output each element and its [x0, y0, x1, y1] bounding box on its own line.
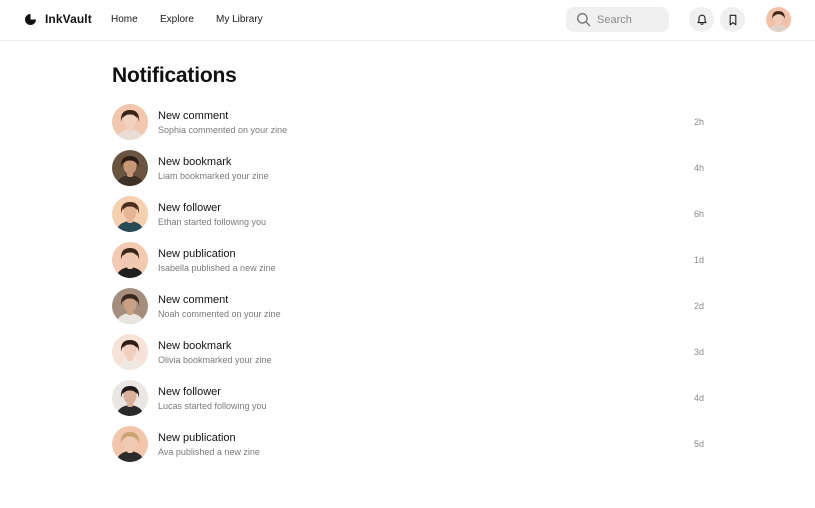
notification-item[interactable]: New follower Lucas started following you… — [112, 380, 706, 426]
page-title: Notifications — [112, 64, 237, 87]
notification-description: Liam bookmarked your zine — [158, 171, 269, 181]
notification-time: 5d — [693, 439, 704, 449]
nav-home-link[interactable]: Home — [111, 14, 138, 25]
notification-description: Sophia commented on your zine — [158, 125, 288, 135]
notification-item[interactable]: New publication Isabella published a new… — [112, 242, 706, 288]
nav-explore-link[interactable]: Explore — [160, 14, 194, 25]
bookmarks-button[interactable] — [720, 7, 745, 32]
search-icon — [577, 13, 591, 27]
notification-item[interactable]: New bookmark Liam bookmarked your zine 4… — [112, 150, 706, 196]
notification-time: 3d — [693, 347, 704, 357]
notification-time: 2d — [693, 301, 704, 311]
notification-item[interactable]: New comment Sophia commented on your zin… — [112, 104, 706, 150]
notification-avatar — [112, 196, 148, 232]
top-nav-bar: InkVault Home Explore My Library — [0, 0, 815, 41]
notification-item[interactable]: New comment Noah commented on your zine … — [112, 288, 706, 334]
notification-avatar — [112, 150, 148, 186]
notification-item[interactable]: New bookmark Olivia bookmarked your zine… — [112, 334, 706, 380]
notification-description: Olivia bookmarked your zine — [158, 355, 272, 365]
notification-title: New comment — [158, 110, 229, 122]
notification-time: 6h — [693, 209, 704, 219]
ink-drop-logo-icon — [25, 13, 36, 25]
notification-title: New bookmark — [158, 156, 232, 168]
notification-avatar — [112, 334, 148, 370]
user-profile-avatar[interactable] — [766, 7, 791, 32]
notification-description: Isabella published a new zine — [158, 263, 276, 273]
notification-title: New comment — [158, 294, 229, 306]
notification-title: New follower — [158, 386, 221, 398]
brand-name: InkVault — [45, 12, 92, 26]
brand-logo[interactable]: InkVault — [25, 12, 92, 26]
notification-description: Lucas started following you — [158, 401, 267, 411]
notification-time: 4h — [693, 163, 704, 173]
notification-avatar — [112, 288, 148, 324]
notification-avatar — [112, 380, 148, 416]
notification-item[interactable]: New publication Ava published a new zine… — [112, 426, 706, 472]
notification-description: Ethan started following you — [158, 217, 267, 227]
notification-item[interactable]: New follower Ethan started following you… — [112, 196, 706, 242]
notification-description: Noah commented on your zine — [158, 309, 281, 319]
search-input[interactable] — [597, 13, 667, 26]
notifications-button[interactable] — [689, 7, 714, 32]
notification-avatar — [112, 426, 148, 462]
notifications-list: New comment Sophia commented on your zin… — [112, 104, 706, 472]
notification-description: Ava published a new zine — [158, 447, 260, 457]
notification-title: New publication — [158, 432, 236, 444]
bell-icon — [696, 14, 707, 25]
search-box[interactable] — [566, 7, 669, 32]
notification-avatar — [112, 104, 148, 140]
notification-avatar — [112, 242, 148, 278]
notification-title: New bookmark — [158, 340, 232, 352]
notification-time: 2h — [693, 117, 704, 127]
notification-title: New publication — [158, 248, 236, 260]
notification-time: 1d — [693, 255, 704, 265]
notification-time: 4d — [693, 393, 704, 403]
nav-my-library-link[interactable]: My Library — [216, 14, 263, 25]
bookmark-icon — [729, 14, 736, 25]
notification-title: New follower — [158, 202, 221, 214]
avatar — [766, 7, 791, 32]
